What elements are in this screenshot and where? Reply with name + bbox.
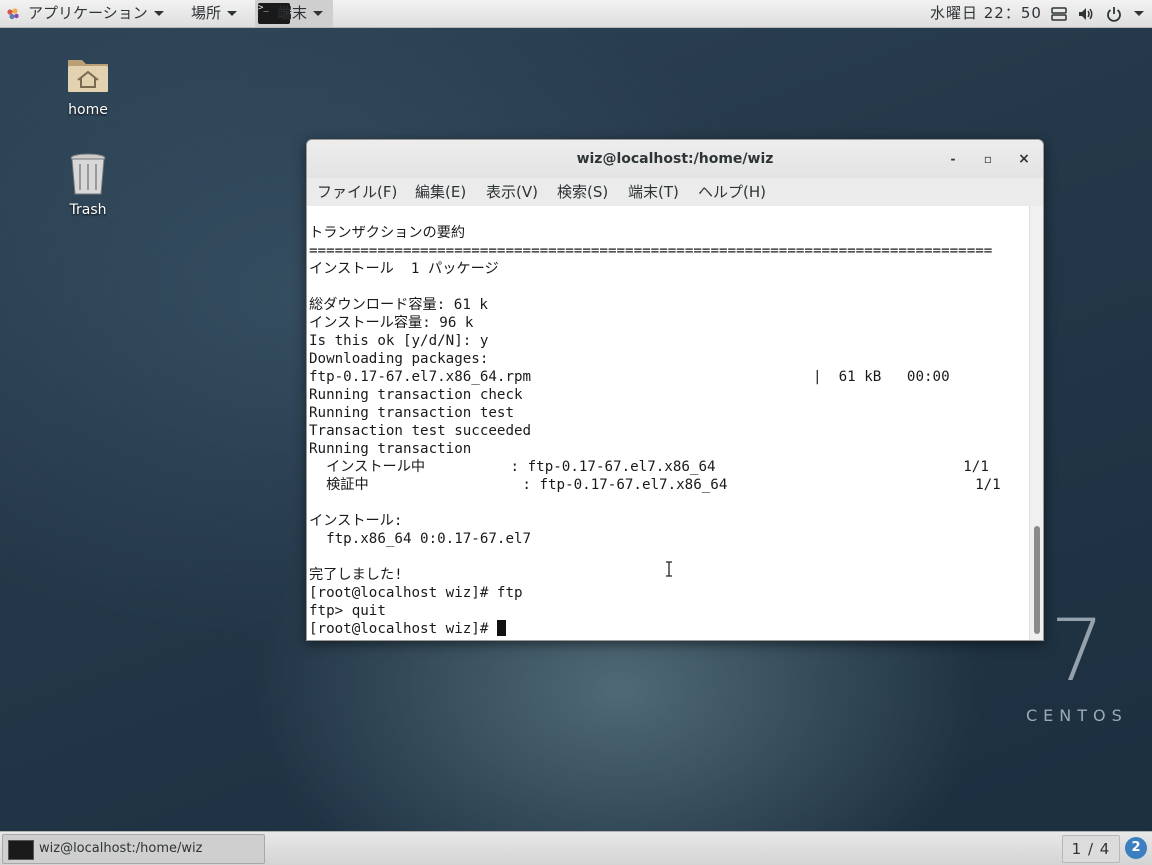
terminal-prompt-line[interactable]: [root@localhost wiz]# bbox=[309, 620, 506, 638]
terminal-icon bbox=[8, 840, 34, 860]
menu-terminal[interactable]: 端末(T) bbox=[628, 178, 679, 206]
desktop-home-label: home bbox=[68, 102, 108, 118]
chevron-down-icon bbox=[153, 11, 164, 16]
menu-search[interactable]: 検索(S) bbox=[557, 178, 608, 206]
desktop-trash-label: Trash bbox=[69, 202, 107, 218]
system-menu-chevron-icon[interactable] bbox=[1134, 11, 1144, 16]
terminal-line: トランザクションの要約 bbox=[309, 225, 466, 241]
menu-view[interactable]: 表示(V) bbox=[486, 178, 538, 206]
clock[interactable]: 水曜日 22：50 bbox=[930, 0, 1042, 27]
text-cursor bbox=[496, 620, 506, 636]
centos-version-number: 7 bbox=[1050, 601, 1105, 701]
terminal-line: インストール: bbox=[309, 513, 403, 529]
terminal-line: ftp> quit bbox=[309, 603, 386, 619]
window-menubar: ファイル(F) 編集(E) 表示(V) 検索(S) 端末(T) ヘルプ(H) bbox=[307, 178, 1043, 207]
power-icon[interactable] bbox=[1105, 5, 1123, 23]
terminal-line: インストール中 : ftp-0.17-67.el7.x86_64 1/1 bbox=[309, 459, 989, 475]
terminal-line: ftp-0.17-67.el7.x86_64.rpm | 61 kB 00:00 bbox=[309, 369, 950, 385]
terminal-line: 完了しました! bbox=[309, 567, 403, 583]
terminal-line: Running transaction bbox=[309, 441, 472, 457]
centos-wordmark: CENTOS bbox=[1026, 706, 1128, 725]
terminal-line: ========================================… bbox=[309, 243, 993, 259]
terminal-app-menu[interactable]: >_ 端末 bbox=[255, 0, 333, 27]
terminal-line: インストール 1 パッケージ bbox=[309, 261, 499, 277]
window-title: wiz@localhost:/home/wiz bbox=[576, 151, 774, 167]
desktop-home-icon[interactable]: home bbox=[48, 50, 128, 118]
terminal-line: 総ダウンロード容量: 61 k bbox=[309, 297, 488, 313]
workspace-switcher[interactable]: 1 / 4 bbox=[1062, 835, 1120, 863]
menu-edit[interactable]: 編集(E) bbox=[415, 178, 466, 206]
terminal-line: インストール容量: 96 k bbox=[309, 315, 474, 331]
applications-menu[interactable]: アプリケーション bbox=[28, 0, 164, 27]
terminal-line: Is this ok [y/d/N]: y bbox=[309, 333, 489, 349]
terminal-line: Transaction test succeeded bbox=[309, 423, 532, 439]
terminal-scrollbar[interactable] bbox=[1029, 206, 1043, 640]
terminal-line: Running transaction test bbox=[309, 405, 514, 421]
ibeam-cursor-icon bbox=[666, 561, 672, 577]
terminal-line: Downloading packages: bbox=[309, 351, 489, 367]
places-menu[interactable]: 場所 bbox=[191, 0, 238, 27]
close-button[interactable]: × bbox=[1014, 149, 1034, 169]
maximize-button[interactable]: ▫ bbox=[978, 149, 998, 169]
volume-icon[interactable] bbox=[1077, 5, 1095, 23]
desktop-trash-icon[interactable]: Trash bbox=[48, 150, 128, 218]
terminal-icon-text: >_ bbox=[258, 3, 269, 13]
terminal-line: ftp.x86_64 0:0.17-67.el7 bbox=[309, 531, 532, 547]
taskbar-window-label: wiz@localhost:/home/wiz bbox=[39, 841, 203, 856]
window-titlebar[interactable]: wiz@localhost:/home/wiz ‐ ▫ × bbox=[307, 140, 1043, 178]
terminal-app-label: 端末 bbox=[277, 0, 324, 27]
terminal-line: [root@localhost wiz]# ftp bbox=[309, 585, 523, 601]
minimize-button[interactable]: ‐ bbox=[943, 149, 963, 169]
chevron-down-icon bbox=[227, 11, 238, 16]
network-icon[interactable] bbox=[1050, 5, 1068, 23]
activities-logo-icon[interactable] bbox=[6, 7, 20, 21]
terminal-prompt: [root@localhost wiz]# bbox=[309, 621, 497, 637]
places-menu-label: 場所 bbox=[191, 4, 222, 22]
top-bar: アプリケーション 場所 >_ 端末 水曜日 22：50 bbox=[0, 0, 1152, 28]
terminal-line: Running transaction check bbox=[309, 387, 523, 403]
terminal-app-label-text: 端末 bbox=[277, 4, 308, 22]
menu-file[interactable]: ファイル(F) bbox=[317, 178, 397, 206]
home-folder-icon bbox=[68, 60, 108, 92]
applications-menu-label: アプリケーション bbox=[28, 4, 148, 22]
trash-icon bbox=[70, 153, 106, 195]
menu-help[interactable]: ヘルプ(H) bbox=[698, 178, 766, 206]
taskbar-window-button[interactable]: wiz@localhost:/home/wiz bbox=[2, 834, 265, 864]
scrollbar-thumb[interactable] bbox=[1034, 526, 1040, 634]
terminal-line: 検証中 : ftp-0.17-67.el7.x86_64 1/1 bbox=[309, 477, 1001, 493]
bottom-panel: wiz@localhost:/home/wiz 1 / 4 2 bbox=[0, 831, 1152, 865]
chevron-down-icon bbox=[313, 11, 324, 16]
terminal-window[interactable]: wiz@localhost:/home/wiz ‐ ▫ × ファイル(F) 編集… bbox=[306, 139, 1044, 641]
notification-badge[interactable]: 2 bbox=[1125, 837, 1147, 859]
